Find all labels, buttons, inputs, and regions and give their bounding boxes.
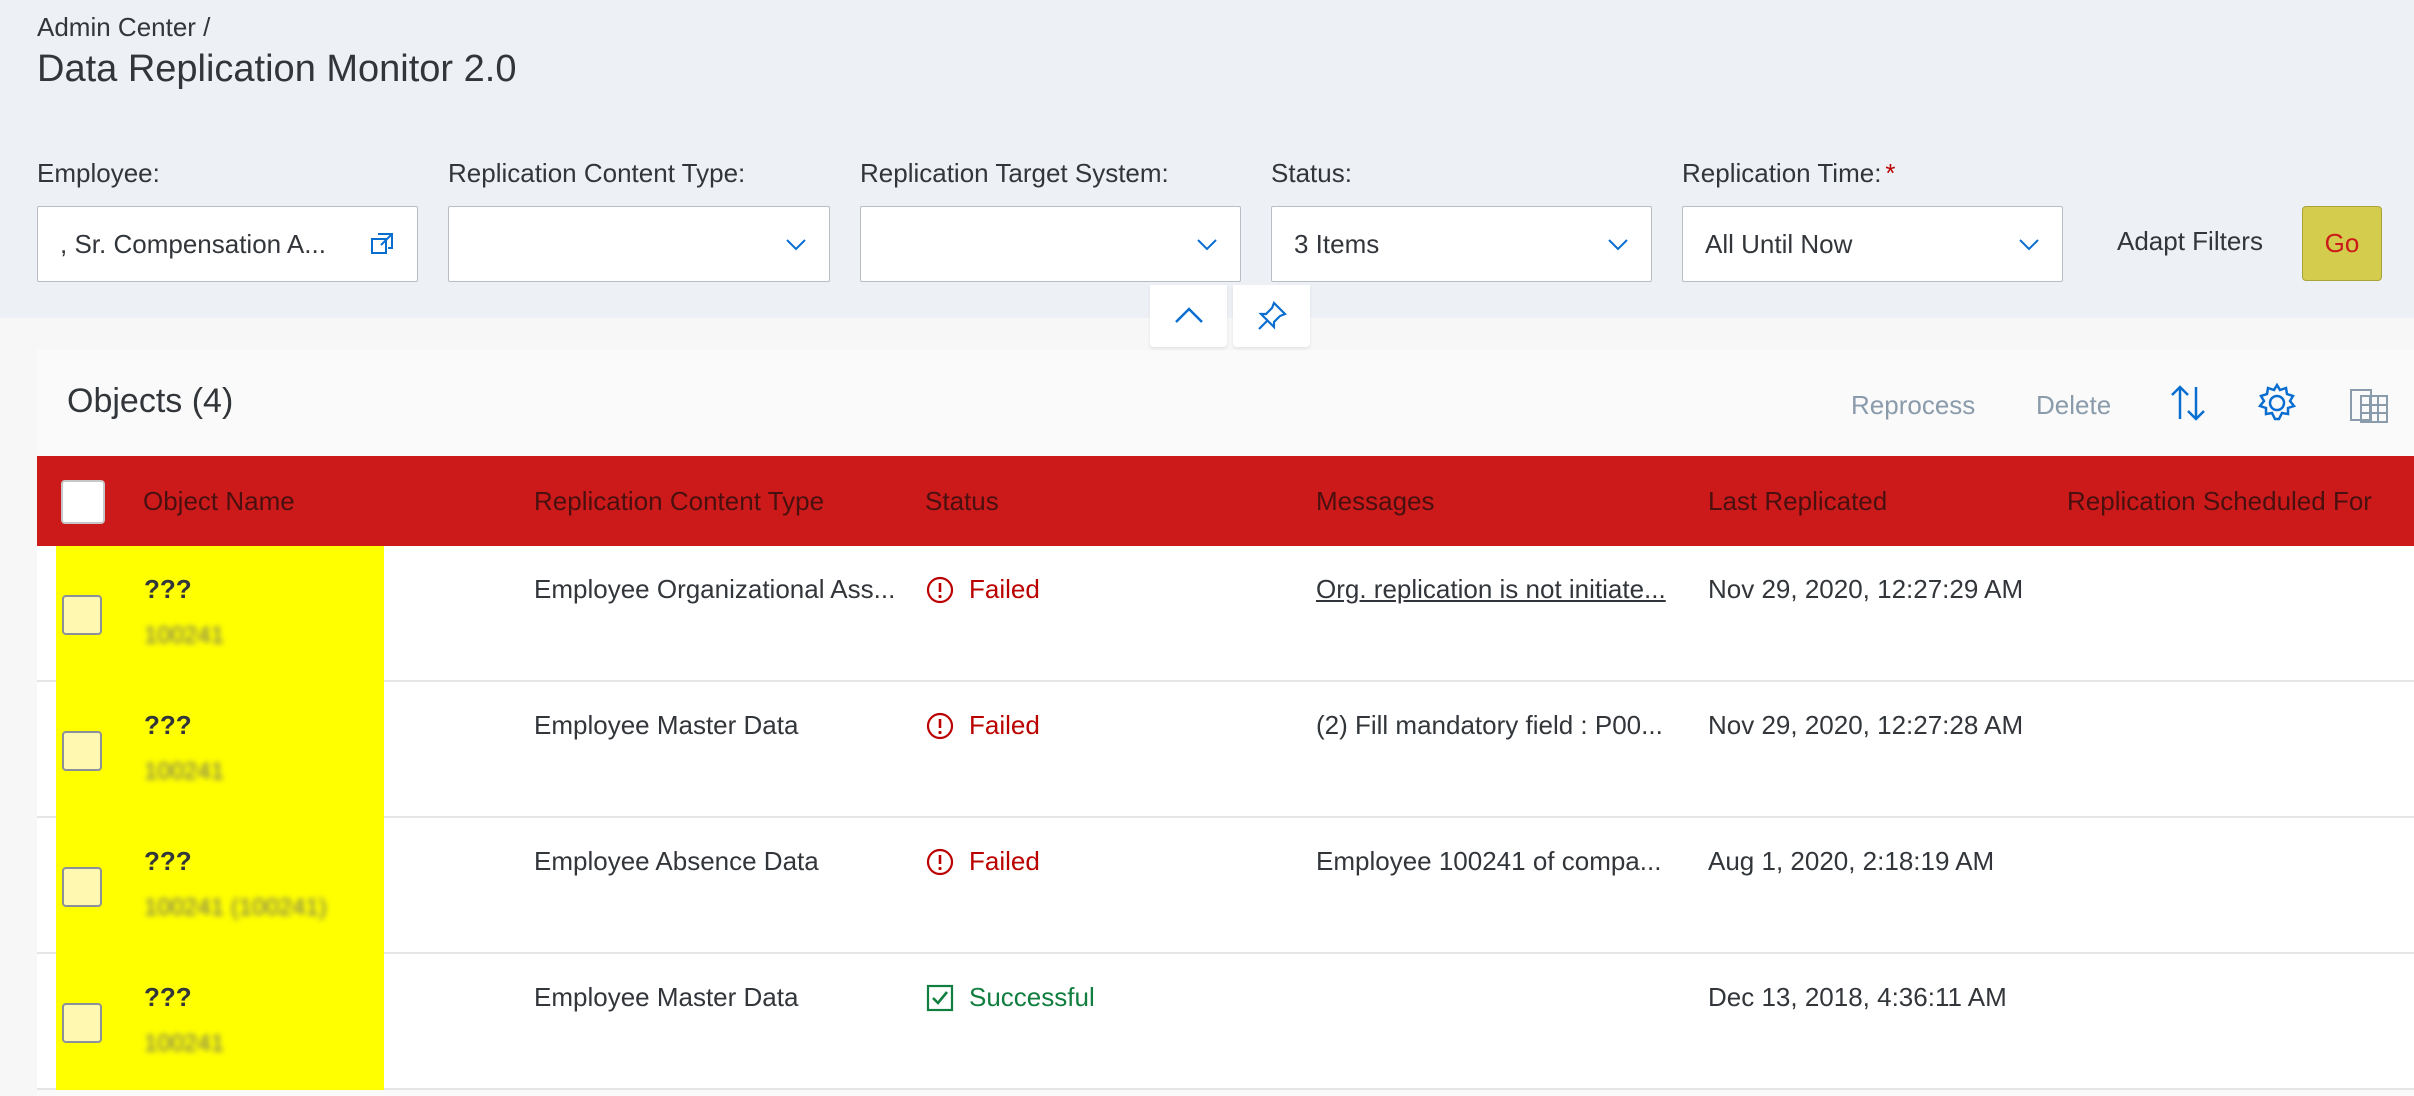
status-filter: Status: 3 Items (1271, 158, 1652, 282)
reprocess-button[interactable]: Reprocess (1851, 390, 1975, 421)
object-name: ??? (144, 574, 192, 604)
required-mark: * (1885, 158, 1896, 188)
column-header-status[interactable]: Status (925, 456, 999, 546)
go-button[interactable]: Go (2302, 206, 2382, 281)
highlight-mark (56, 954, 384, 1090)
status-text: Successful (969, 982, 1095, 1012)
table-row[interactable]: ??? 100241 Employee Master Data Failed (… (37, 682, 2414, 818)
content-type-filter-label: Replication Content Type: (448, 158, 746, 188)
table-row[interactable]: ??? 100241 (100241) Employee Absence Dat… (37, 818, 2414, 954)
message-link[interactable]: (2) Fill mandatory field : P00... (1316, 710, 1663, 741)
target-system-select[interactable] (860, 206, 1241, 282)
page-title: Data Replication Monitor 2.0 (37, 48, 517, 90)
highlight-mark (56, 818, 384, 954)
sort-icon[interactable] (2163, 378, 2213, 428)
column-header-scheduled-for[interactable]: Replication Scheduled For (2067, 456, 2372, 546)
message-link[interactable]: Org. replication is not initiate... (1316, 574, 1666, 605)
replication-time-filter-label: Replication Time: * (1682, 158, 1896, 192)
status-text: Failed (969, 574, 1040, 604)
chevron-up-icon (1174, 307, 1203, 323)
objects-title: Objects (4) (67, 382, 234, 420)
pin-icon (1257, 301, 1287, 330)
column-header-messages[interactable]: Messages (1316, 456, 1435, 546)
status-cell: Successful (925, 982, 1095, 1013)
select-all-checkbox[interactable] (61, 480, 105, 524)
object-id: 100241 (144, 758, 225, 785)
replication-time-filter: Replication Time: * All Until Now (1682, 158, 2063, 282)
replication-time-select-value: All Until Now (1705, 228, 1853, 259)
status-filter-label: Status: (1271, 158, 1352, 188)
employee-filter: Employee: , Sr. Compensation A... (37, 158, 418, 282)
status-select-value: 3 Items (1294, 228, 1380, 259)
employee-filter-label: Employee: (37, 158, 160, 188)
object-name: ??? (144, 710, 192, 740)
message-link[interactable]: Employee 100241 of compa... (1316, 846, 1661, 877)
object-id: 100241 (144, 622, 225, 649)
value-help-icon[interactable] (369, 231, 395, 257)
object-name: ??? (144, 982, 192, 1012)
last-replicated-cell: Dec 13, 2018, 4:36:11 AM (1708, 982, 2007, 1012)
collapse-header-button[interactable] (1150, 285, 1227, 347)
content-type-cell: Employee Master Data (534, 982, 799, 1012)
object-id: 100241 (100241) (144, 894, 327, 921)
chevron-down-icon (1608, 239, 1628, 251)
settings-icon[interactable] (2252, 378, 2302, 428)
target-system-filter: Replication Target System: (860, 158, 1241, 282)
page-header: Admin Center / Data Replication Monitor … (0, 0, 2414, 318)
table-header: Object Name Replication Content Type Sta… (37, 456, 2414, 546)
chevron-down-icon (786, 239, 806, 251)
adapt-filters-button[interactable]: Adapt Filters (2117, 226, 2263, 257)
row-checkbox[interactable] (62, 867, 102, 907)
success-check-icon (926, 984, 954, 1011)
table-row[interactable]: ??? 100241 Employee Organizational Ass..… (37, 546, 2414, 682)
breadcrumb[interactable]: Admin Center / (37, 12, 210, 43)
content-type-filter: Replication Content Type: (448, 158, 830, 282)
content-type-cell: Employee Absence Data (534, 846, 819, 876)
column-header-object-name[interactable]: Object Name (143, 456, 295, 546)
row-checkbox[interactable] (62, 1003, 102, 1043)
replication-time-label-text: Replication Time: (1682, 158, 1882, 188)
status-cell: Failed (925, 846, 1040, 877)
replication-time-select[interactable]: All Until Now (1682, 206, 2063, 282)
last-replicated-cell: Aug 1, 2020, 2:18:19 AM (1708, 846, 1995, 876)
row-checkbox[interactable] (62, 595, 102, 635)
status-cell: Failed (925, 710, 1040, 741)
status-text: Failed (969, 710, 1040, 740)
last-replicated-cell: Nov 29, 2020, 12:27:28 AM (1708, 710, 2024, 740)
status-select[interactable]: 3 Items (1271, 206, 1652, 282)
last-replicated-cell: Nov 29, 2020, 12:27:29 AM (1708, 574, 2024, 604)
chevron-down-icon (2019, 239, 2039, 251)
column-header-last-replicated[interactable]: Last Replicated (1708, 456, 1887, 546)
table-toolbar: Objects (4) Reprocess Delete (37, 350, 2414, 456)
status-text: Failed (969, 846, 1040, 876)
table-row[interactable]: ??? 100241 Employee Master Data Successf… (37, 954, 2414, 1090)
content-type-cell: Employee Master Data (534, 710, 799, 740)
status-cell: Failed (925, 574, 1040, 605)
content-type-cell: Employee Organizational Ass... (534, 574, 896, 604)
object-id: 100241 (144, 1030, 225, 1057)
content-area: Objects (4) Reprocess Delete Object Name… (0, 318, 2414, 1096)
chevron-down-icon (1197, 239, 1217, 251)
pin-header-button[interactable] (1233, 285, 1310, 347)
employee-input[interactable]: , Sr. Compensation A... (37, 206, 418, 282)
column-header-content-type[interactable]: Replication Content Type (534, 456, 824, 546)
target-system-filter-label: Replication Target System: (860, 158, 1169, 188)
highlight-mark (56, 546, 384, 682)
objects-panel: Objects (4) Reprocess Delete Object Name… (37, 350, 2414, 1096)
error-icon (926, 712, 954, 739)
employee-input-value: , Sr. Compensation A... (60, 228, 326, 259)
error-icon (926, 576, 954, 603)
export-icon[interactable] (2343, 378, 2393, 428)
row-checkbox[interactable] (62, 731, 102, 771)
highlight-mark (56, 682, 384, 818)
delete-button[interactable]: Delete (2036, 390, 2111, 421)
object-name: ??? (144, 846, 192, 876)
content-type-select[interactable] (448, 206, 830, 282)
error-icon (926, 848, 954, 875)
